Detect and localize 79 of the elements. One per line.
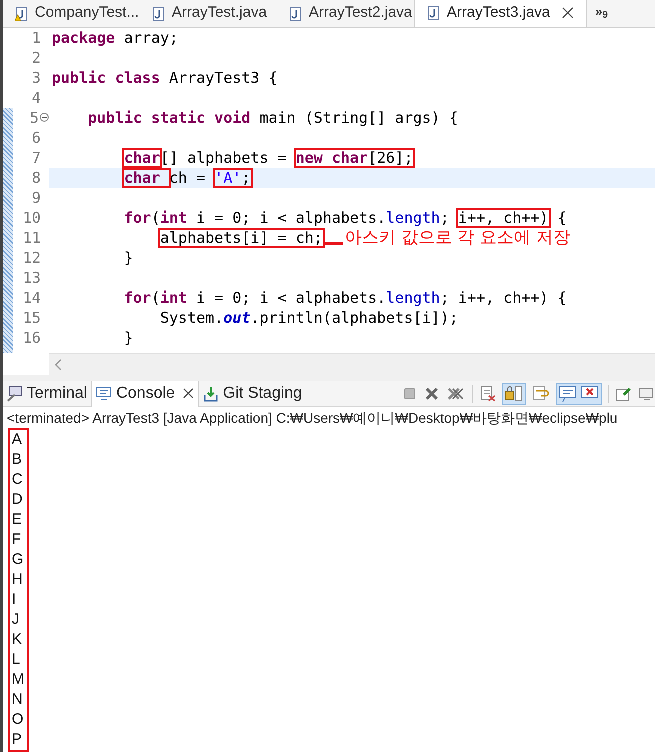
line-number: 6: [32, 128, 41, 148]
editor-tab[interactable]: ArrayTest.java: [140, 0, 277, 27]
line-number: 7: [32, 148, 41, 168]
console-output-line: K: [12, 630, 24, 650]
scroll-left-icon[interactable]: [55, 358, 63, 370]
code-text: public static void main (String[] args) {: [88, 110, 458, 126]
console-output-line: A: [12, 430, 24, 450]
console-output-line: D: [12, 490, 24, 510]
java-file-warning-icon: [15, 6, 29, 22]
git-icon: [203, 386, 220, 402]
console-output-line: C: [12, 470, 24, 490]
code-text: }: [124, 330, 134, 346]
code-text: new char[26];: [296, 150, 414, 166]
code-text: for(int i = 0; i < alphabets.length; i++, ch++) {: [124, 290, 567, 306]
console-output-line: G: [12, 550, 24, 570]
line-number: 14: [22, 288, 41, 308]
show-console-icon[interactable]: [557, 384, 579, 404]
line-number: 2: [32, 48, 41, 68]
java-file-icon: [289, 6, 303, 22]
line-number: 10: [22, 208, 41, 228]
console-output-line: I: [12, 590, 18, 610]
line-number: 9: [32, 188, 41, 208]
console-output-line: J: [12, 610, 20, 630]
editor-tab[interactable]: ArrayTest3.java: [414, 0, 588, 27]
code-text: char: [124, 150, 160, 166]
line-number: 8: [32, 168, 41, 188]
console-status: <terminated> ArrayTest3 [Java Application] C:₩Users₩예이니₩Desktop₩바탕화면₩eclipse₩plu: [6, 409, 619, 428]
collapse-icon[interactable]: [40, 113, 49, 122]
horizontal-scrollbar[interactable]: [49, 353, 655, 375]
console-output-line: H: [12, 570, 24, 590]
code-text: }: [124, 250, 134, 266]
console-output-line: E: [12, 510, 24, 530]
code-text: public class ArrayTest3 {: [52, 70, 278, 86]
line-number: 16: [22, 328, 41, 348]
line-number: 3: [32, 68, 41, 88]
editor-tab[interactable]: ArrayTest2.java: [277, 0, 414, 27]
annotation-note: 아스키 값으로 각 요소에 저장: [344, 228, 571, 248]
java-file-icon: [152, 6, 166, 22]
stop-icon[interactable]: [403, 386, 417, 400]
clear-document-icon[interactable]: [480, 386, 496, 402]
line-number: 1: [32, 28, 41, 48]
console-output-line: F: [12, 530, 22, 550]
console-output-line: L: [12, 650, 22, 670]
more-tabs-button[interactable]: »$_{9}$: [595, 2, 608, 21]
line-number: 5: [30, 108, 39, 128]
code-text: i++, ch++): [458, 210, 549, 226]
line-number: 11: [22, 228, 41, 248]
console-output-line: O: [12, 710, 24, 730]
editor-tab[interactable]: CompanyTest...: [3, 0, 140, 27]
code-text: 'A';: [214, 170, 251, 186]
console-output-line: N: [12, 690, 24, 710]
remove-all-icon[interactable]: [447, 386, 465, 402]
close-icon[interactable]: [424, 386, 440, 402]
code-text: {: [558, 210, 567, 226]
code-text: for(int i = 0; i < alphabets.length;: [124, 210, 450, 226]
console-icon: [96, 386, 112, 402]
panel-tab[interactable]: Console: [91, 380, 200, 406]
line-number: 4: [32, 88, 41, 108]
terminal-icon: [7, 386, 23, 402]
console-output-line: B: [12, 450, 24, 470]
line-number: 13: [22, 268, 41, 288]
code-text: package array;: [52, 30, 178, 46]
panel-tab[interactable]: Git Staging: [199, 380, 306, 406]
java-file-icon: [427, 5, 441, 21]
code-text: [] alphabets =: [160, 150, 288, 166]
code-text: System.out.println(alphabets[i]);: [160, 310, 458, 326]
panel-tab[interactable]: Terminal: [3, 380, 92, 406]
code-text: char: [124, 170, 162, 186]
word-wrap-icon[interactable]: [532, 384, 550, 402]
pin-icon[interactable]: [616, 386, 632, 402]
console-output-line: M: [12, 670, 24, 690]
console-output-line: P: [12, 730, 24, 750]
monitor-icon[interactable]: [639, 386, 653, 402]
scroll-lock-icon[interactable]: [503, 384, 525, 404]
close-icon[interactable]: [562, 7, 574, 19]
close-icon[interactable]: [183, 388, 194, 399]
code-text: alphabets[i] = ch;: [160, 230, 323, 246]
line-number: 12: [22, 248, 41, 268]
line-number: 15: [22, 308, 41, 328]
